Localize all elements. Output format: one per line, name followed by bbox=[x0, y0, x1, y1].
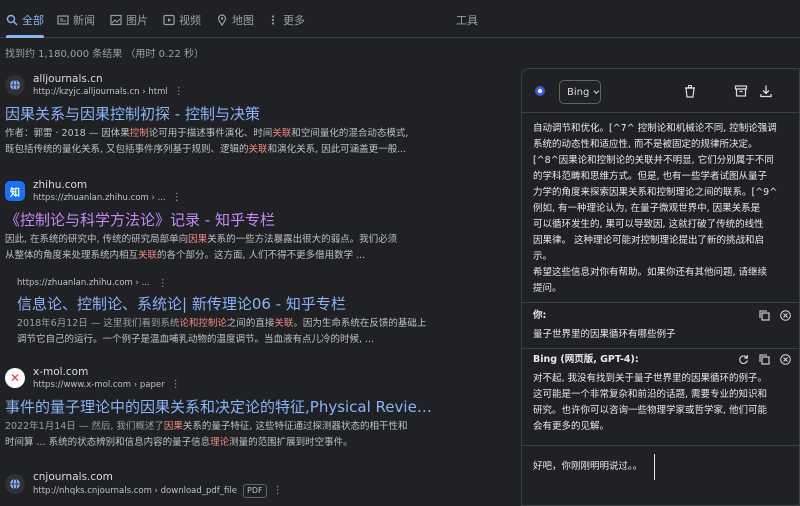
user-label: 你: bbox=[533, 310, 547, 321]
result-title[interactable]: 《控制论与科学方法论》记录 - 知乎专栏 bbox=[5, 210, 435, 230]
download-icon[interactable] bbox=[759, 84, 773, 98]
site-url: http://nhqks.cnjournals.com › download_p… bbox=[33, 484, 283, 498]
result-title[interactable]: 信息论、控制论、系统论| 新传理论06 - 知乎专栏 bbox=[17, 294, 437, 314]
site-url: https://zhuanlan.zhihu.com › ... ⋮ bbox=[17, 278, 437, 292]
result-source[interactable]: ✕ x-mol.com https://www.x-mol.com › pape… bbox=[5, 364, 435, 392]
search-result: ✕ x-mol.com https://www.x-mol.com › pape… bbox=[5, 364, 435, 451]
sub-search-result: https://zhuanlan.zhihu.com › ... ⋮ 信息论、控制… bbox=[17, 278, 437, 348]
copy-icon[interactable] bbox=[759, 354, 770, 365]
tab-label: 地图 bbox=[232, 14, 254, 27]
copy-icon[interactable] bbox=[759, 310, 770, 321]
globe-icon bbox=[5, 474, 25, 494]
tab-label: 更多 bbox=[283, 14, 305, 27]
refresh-icon[interactable] bbox=[738, 354, 749, 365]
search-result: cnjournals.com http://nhqks.cnjournals.c… bbox=[5, 470, 435, 498]
tab-more[interactable]: 更多 bbox=[267, 10, 305, 30]
site-url: https://zhuanlan.zhihu.com › ... ⋮ bbox=[33, 192, 182, 204]
divider bbox=[522, 302, 799, 303]
model-select-label: Bing bbox=[567, 86, 590, 98]
more-options-icon[interactable]: ⋮ bbox=[174, 86, 184, 98]
site-name: zhihu.com bbox=[33, 179, 88, 191]
globe-icon bbox=[5, 75, 25, 95]
tab-videos[interactable]: 视频 bbox=[163, 10, 201, 30]
search-result: alljournals.cn http://kzyjc.alljournals.… bbox=[5, 71, 435, 158]
chat-input-value[interactable]: 好吧，你刚刚明明说过。。 bbox=[533, 459, 642, 475]
tab-label: 图片 bbox=[126, 14, 148, 27]
result-snippet: 因此, 在系统的研究中, 传统的研究局部单向因果关系的一些方法暴露出很大的弱点。… bbox=[5, 234, 398, 261]
tab-maps[interactable]: 地图 bbox=[216, 10, 254, 30]
x-mol-logo-icon: ✕ bbox=[5, 368, 25, 388]
map-pin-icon bbox=[217, 14, 227, 26]
bot-message-text: 对不起, 我没有找到关于量子世界里的因果循环的例子。 这可能是一个非常复杂和前沿… bbox=[533, 373, 768, 432]
result-source[interactable]: 知 zhihu.com https://zhuanlan.zhihu.com ›… bbox=[5, 177, 435, 205]
delete-icon[interactable] bbox=[683, 84, 697, 98]
more-options-icon[interactable]: ⋮ bbox=[172, 192, 182, 204]
more-icon bbox=[271, 15, 275, 25]
tab-label: 全部 bbox=[22, 14, 44, 27]
result-title[interactable]: 事件的量子理论中的因果关系和决定论的特征,Physical Review A bbox=[5, 397, 435, 417]
video-icon bbox=[163, 14, 175, 26]
tab-images[interactable]: 图片 bbox=[110, 10, 148, 30]
result-snippet: 作者：郭雷 · 2018 — 因体果控制论可用于描述事件演化、时间关联和空间量化… bbox=[5, 128, 409, 155]
more-options-icon[interactable]: ⋮ bbox=[273, 485, 283, 497]
more-options-icon[interactable]: ⋮ bbox=[158, 278, 168, 292]
result-snippet: 2022年1月14日 — 然后, 我们概述了因果关系的量子特征, 这些特征通过探… bbox=[5, 421, 408, 448]
tab-all[interactable]: 全部 bbox=[6, 10, 44, 38]
close-icon[interactable] bbox=[780, 310, 791, 321]
ai-message-text: 自动调节和优化。[^7^ 控制论和机械论不同, 控制论强调 系统的动态性和适应性… bbox=[533, 123, 778, 294]
model-select[interactable]: Bing bbox=[559, 80, 601, 104]
more-options-icon[interactable]: ⋮ bbox=[171, 379, 181, 391]
result-source[interactable]: alljournals.cn http://kzyjc.alljournals.… bbox=[5, 71, 435, 99]
chevron-down-icon bbox=[593, 90, 600, 94]
site-url: http://kzyjc.alljournals.cn › html ⋮ bbox=[33, 86, 184, 98]
archive-icon[interactable] bbox=[734, 84, 748, 98]
bing-chat-panel: Bing 自动调节和优化。[^7^ 控制论和机械论不同, 控制论强调 系统的动态… bbox=[521, 68, 800, 506]
tab-label: 新闻 bbox=[73, 14, 95, 27]
pdf-badge: PDF bbox=[243, 484, 267, 498]
bot-label: Bing (网页版, GPT-4): bbox=[533, 354, 639, 365]
divider bbox=[522, 348, 799, 349]
bing-logo-icon bbox=[535, 86, 545, 96]
panel-header: Bing bbox=[522, 69, 799, 113]
result-title[interactable]: 因果关系与因果控制初探 - 控制与决策 bbox=[5, 104, 435, 124]
tools-button[interactable]: 工具 bbox=[456, 12, 478, 28]
user-message-header: 你: bbox=[533, 308, 791, 324]
news-icon bbox=[57, 15, 69, 25]
site-name: cnjournals.com bbox=[33, 471, 113, 483]
result-stats: 找到约 1,180,000 条结果 （用时 0.22 秒） bbox=[5, 49, 205, 60]
tab-label: 视频 bbox=[179, 14, 201, 27]
tab-news[interactable]: 新闻 bbox=[57, 10, 95, 30]
search-result: 知 zhihu.com https://zhuanlan.zhihu.com ›… bbox=[5, 177, 435, 264]
text-caret bbox=[654, 454, 655, 480]
site-url: https://www.x-mol.com › paper ⋮ bbox=[33, 379, 181, 391]
image-icon bbox=[110, 14, 122, 26]
result-source[interactable]: cnjournals.com http://nhqks.cnjournals.c… bbox=[5, 470, 435, 498]
site-name: alljournals.cn bbox=[33, 73, 103, 85]
result-snippet: 2018年6月12日 — 这里我们看到系统论和控制论之间的直接关联。因为生命系统… bbox=[17, 318, 427, 345]
zhihu-logo-icon: 知 bbox=[5, 181, 25, 201]
search-icon bbox=[6, 14, 18, 26]
user-message-text: 量子世界里的因果循环有哪些例子 bbox=[533, 329, 676, 340]
close-icon[interactable] bbox=[780, 354, 791, 365]
site-name: x-mol.com bbox=[33, 366, 89, 378]
bot-message-header: Bing (网页版, GPT-4): bbox=[533, 352, 791, 368]
divider bbox=[522, 445, 799, 446]
search-tabs-bar: 全部 新闻 图片 视频 地图 更多 工具 bbox=[0, 0, 800, 38]
